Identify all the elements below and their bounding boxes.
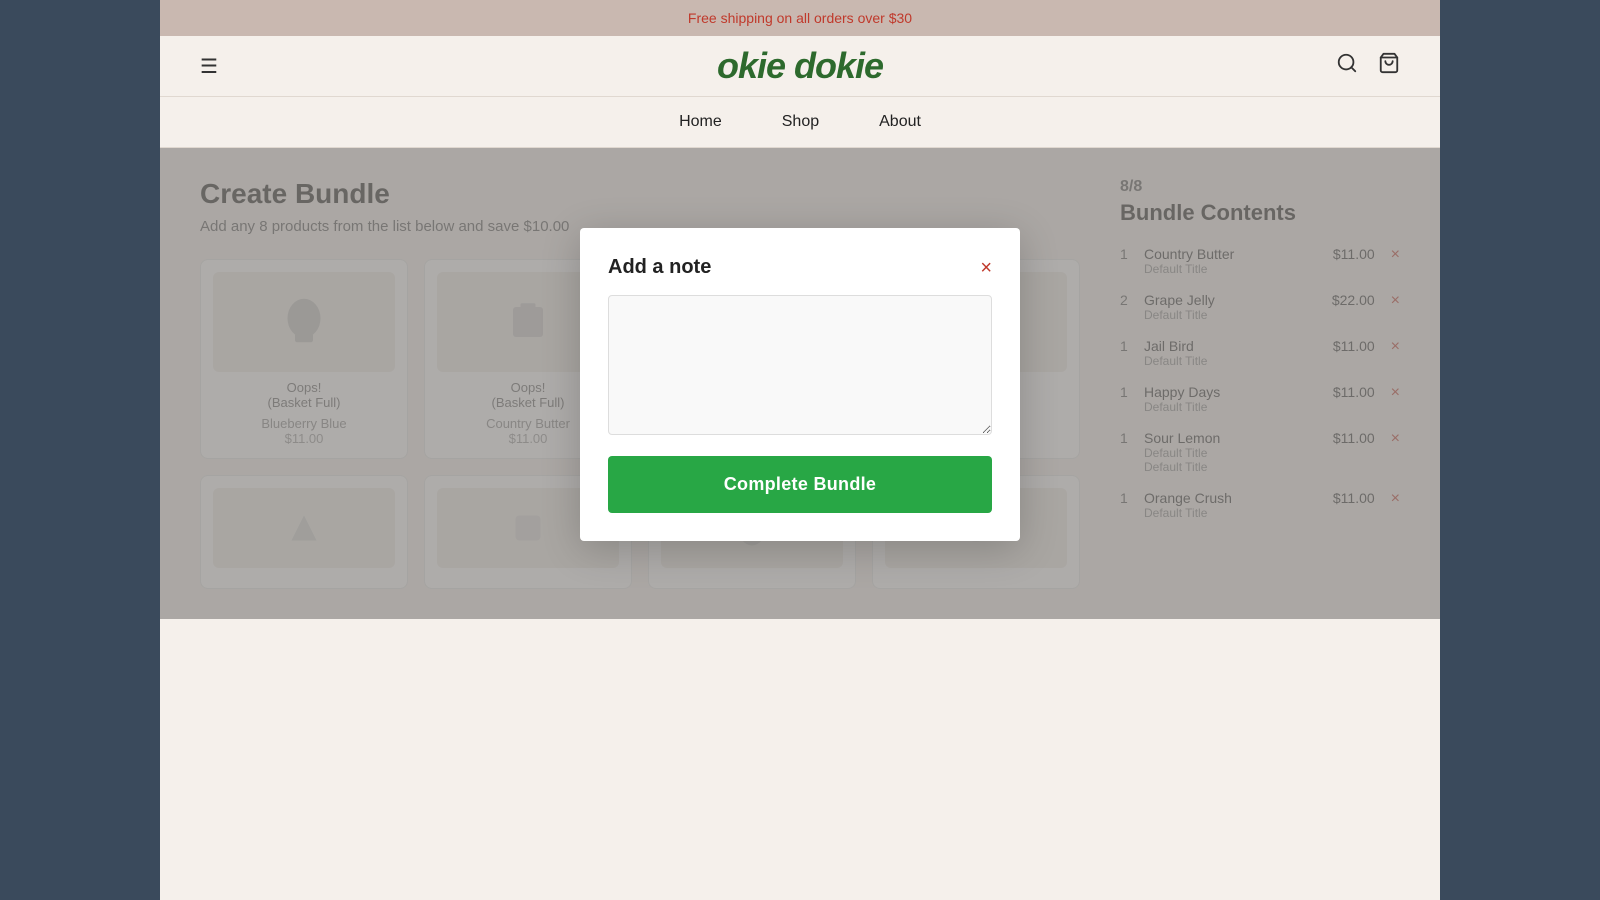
- promo-text: Free shipping on all orders over $30: [688, 10, 912, 26]
- logo-text: okie dokie: [717, 45, 883, 86]
- modal-header: Add a note ×: [608, 256, 992, 279]
- promo-banner: Free shipping on all orders over $30: [160, 0, 1440, 36]
- complete-bundle-button[interactable]: Complete Bundle: [608, 456, 992, 513]
- add-note-modal: Add a note × Complete Bundle: [580, 228, 1020, 541]
- nav-item-shop[interactable]: Shop: [782, 113, 819, 131]
- main-content: Create Bundle Add any 8 products from th…: [160, 148, 1440, 619]
- search-icon[interactable]: [1336, 52, 1358, 80]
- hamburger-icon[interactable]: ☰: [200, 54, 218, 79]
- site-header: ☰ okie dokie: [160, 36, 1440, 97]
- header-left: ☰: [200, 54, 218, 79]
- cart-icon[interactable]: [1378, 52, 1400, 80]
- modal-overlay: Add a note × Complete Bundle: [160, 148, 1440, 619]
- site-nav: Home Shop About: [160, 97, 1440, 148]
- nav-item-home[interactable]: Home: [679, 113, 722, 131]
- header-right: [1336, 52, 1400, 80]
- modal-close-button[interactable]: ×: [980, 258, 992, 278]
- note-textarea[interactable]: [608, 295, 992, 435]
- site-logo: okie dokie: [717, 45, 883, 87]
- nav-item-about[interactable]: About: [879, 113, 921, 131]
- modal-title: Add a note: [608, 256, 711, 279]
